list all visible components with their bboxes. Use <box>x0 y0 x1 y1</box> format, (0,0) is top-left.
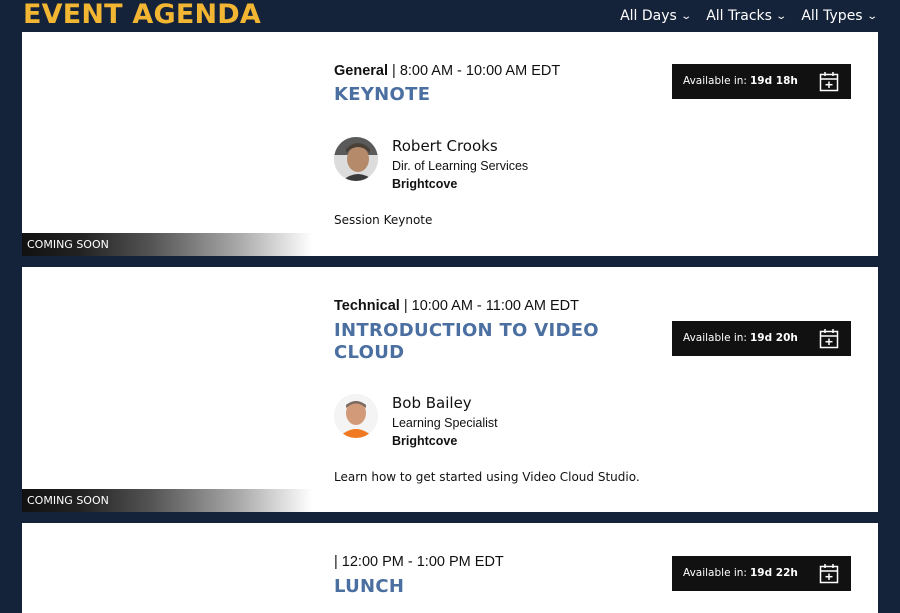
session-card: | 12:00 PM - 1:00 PM EDT LUNCH Available… <box>22 523 878 613</box>
session-title[interactable]: LUNCH <box>334 576 634 598</box>
add-to-calendar-button[interactable]: Available in: 19d 20h <box>672 321 851 356</box>
speaker-role: Learning Specialist <box>392 416 498 430</box>
speaker-name: Robert Crooks <box>392 137 498 155</box>
chevron-down-icon: ⌄ <box>775 10 788 22</box>
filter-days[interactable]: All Days ⌄ <box>620 8 692 24</box>
speaker-name: Bob Bailey <box>392 394 472 412</box>
chevron-down-icon: ⌄ <box>865 10 878 22</box>
header: EVENT AGENDA All Days ⌄ All Tracks ⌄ All… <box>0 0 900 32</box>
session-description: Learn how to get started using Video Clo… <box>334 470 640 484</box>
session-thumbnail[interactable]: COMING SOON <box>22 267 312 512</box>
session-meta: General | 8:00 AM - 10:00 AM EDT <box>334 63 561 79</box>
session-track: Technical <box>334 298 400 314</box>
session-title[interactable]: KEYNOTE <box>334 84 634 106</box>
calendar-add-icon <box>819 564 839 584</box>
speaker-role: Dir. of Learning Services <box>392 159 529 173</box>
calendar-add-icon <box>819 72 839 92</box>
session-meta: Technical | 10:00 AM - 11:00 AM EDT <box>334 298 580 314</box>
coming-soon-badge: COMING SOON <box>22 489 312 512</box>
session-card: COMING SOON General | 8:00 AM - 10:00 AM… <box>22 32 878 256</box>
session-card: COMING SOON Technical | 10:00 AM - 11:00… <box>22 267 878 512</box>
session-description: Session Keynote <box>334 213 433 227</box>
availability-text: Available in: 19d 20h <box>683 332 798 344</box>
filter-types-label: All Types <box>801 8 863 24</box>
page-title: EVENT AGENDA <box>23 0 262 30</box>
session-title[interactable]: INTRODUCTION TO VIDEO CLOUD <box>334 320 634 364</box>
session-meta: | 12:00 PM - 1:00 PM EDT <box>334 554 504 570</box>
session-time: 10:00 AM - 11:00 AM EDT <box>411 298 580 314</box>
calendar-add-icon <box>819 329 839 349</box>
filter-tracks[interactable]: All Tracks ⌄ <box>706 8 788 24</box>
speaker: Robert Crooks Dir. of Learning Services … <box>334 137 654 191</box>
speaker: Bob Bailey Learning Specialist Brightcov… <box>334 394 654 448</box>
coming-soon-badge: COMING SOON <box>22 233 312 256</box>
availability-text: Available in: 19d 18h <box>683 75 798 87</box>
session-thumbnail[interactable]: COMING SOON <box>22 32 312 256</box>
session-thumbnail[interactable] <box>22 523 312 613</box>
chevron-down-icon: ⌄ <box>680 10 692 22</box>
avatar <box>334 394 378 438</box>
add-to-calendar-button[interactable]: Available in: 19d 22h <box>672 556 851 591</box>
session-time: 12:00 PM - 1:00 PM EDT <box>341 554 504 570</box>
add-to-calendar-button[interactable]: Available in: 19d 18h <box>672 64 851 99</box>
filter-days-label: All Days <box>620 8 677 24</box>
avatar <box>334 137 378 181</box>
filter-bar: All Days ⌄ All Tracks ⌄ All Types ⌄ <box>620 8 878 24</box>
filter-types[interactable]: All Types ⌄ <box>801 8 878 24</box>
session-track: General <box>334 63 388 79</box>
availability-text: Available in: 19d 22h <box>683 567 798 579</box>
speaker-org: Brightcove <box>392 434 458 448</box>
session-time: 8:00 AM - 10:00 AM EDT <box>399 63 561 79</box>
filter-tracks-label: All Tracks <box>706 8 772 24</box>
speaker-org: Brightcove <box>392 177 458 191</box>
